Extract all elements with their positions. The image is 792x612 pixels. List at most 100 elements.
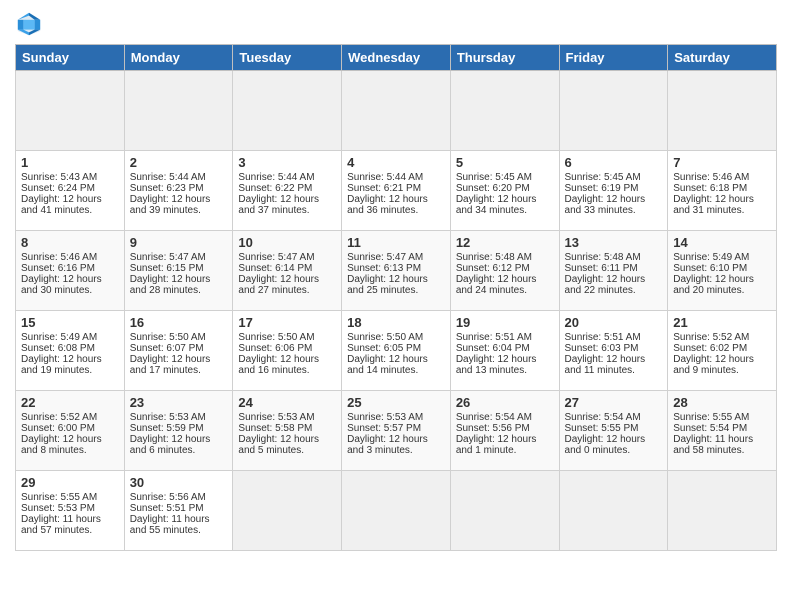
sunrise-text: Sunrise: 5:53 AM [238, 412, 314, 423]
logo-icon [15, 10, 43, 38]
calendar-cell [342, 471, 451, 551]
daylight-text: Daylight: 12 hours and 14 minutes. [347, 354, 428, 376]
sunset-text: Sunset: 6:00 PM [21, 423, 95, 434]
daylight-text: Daylight: 12 hours and 31 minutes. [673, 194, 754, 216]
day-number: 29 [21, 475, 119, 490]
calendar-cell: 18Sunrise: 5:50 AMSunset: 6:05 PMDayligh… [342, 311, 451, 391]
sunrise-text: Sunrise: 5:48 AM [565, 252, 641, 263]
sunset-text: Sunset: 5:55 PM [565, 423, 639, 434]
day-header-thursday: Thursday [450, 45, 559, 71]
day-header-tuesday: Tuesday [233, 45, 342, 71]
sunrise-text: Sunrise: 5:50 AM [130, 332, 206, 343]
day-number: 7 [673, 155, 771, 170]
logo [15, 10, 47, 38]
calendar-cell: 26Sunrise: 5:54 AMSunset: 5:56 PMDayligh… [450, 391, 559, 471]
daylight-text: Daylight: 12 hours and 3 minutes. [347, 434, 428, 456]
daylight-text: Daylight: 11 hours and 55 minutes. [130, 514, 210, 536]
sunset-text: Sunset: 5:57 PM [347, 423, 421, 434]
daylight-text: Daylight: 12 hours and 36 minutes. [347, 194, 428, 216]
sunrise-text: Sunrise: 5:44 AM [238, 172, 314, 183]
sunset-text: Sunset: 6:02 PM [673, 343, 747, 354]
calendar-cell: 11Sunrise: 5:47 AMSunset: 6:13 PMDayligh… [342, 231, 451, 311]
calendar-cell: 8Sunrise: 5:46 AMSunset: 6:16 PMDaylight… [16, 231, 125, 311]
daylight-text: Daylight: 11 hours and 57 minutes. [21, 514, 101, 536]
calendar-week-0 [16, 71, 777, 151]
daylight-text: Daylight: 12 hours and 9 minutes. [673, 354, 754, 376]
calendar-cell: 15Sunrise: 5:49 AMSunset: 6:08 PMDayligh… [16, 311, 125, 391]
daylight-text: Daylight: 12 hours and 25 minutes. [347, 274, 428, 296]
daylight-text: Daylight: 12 hours and 41 minutes. [21, 194, 102, 216]
sunrise-text: Sunrise: 5:53 AM [130, 412, 206, 423]
daylight-text: Daylight: 12 hours and 28 minutes. [130, 274, 211, 296]
calendar-cell [559, 471, 668, 551]
sunrise-text: Sunrise: 5:51 AM [456, 332, 532, 343]
day-number: 19 [456, 315, 554, 330]
calendar-week-4: 22Sunrise: 5:52 AMSunset: 6:00 PMDayligh… [16, 391, 777, 471]
sunset-text: Sunset: 6:21 PM [347, 183, 421, 194]
day-number: 21 [673, 315, 771, 330]
sunset-text: Sunset: 5:58 PM [238, 423, 312, 434]
day-number: 2 [130, 155, 228, 170]
sunset-text: Sunset: 6:18 PM [673, 183, 747, 194]
day-number: 10 [238, 235, 336, 250]
calendar-week-1: 1Sunrise: 5:43 AMSunset: 6:24 PMDaylight… [16, 151, 777, 231]
sunrise-text: Sunrise: 5:55 AM [673, 412, 749, 423]
sunset-text: Sunset: 5:53 PM [21, 503, 95, 514]
calendar-cell: 4 Sunrise: 5:44 AMSunset: 6:21 PMDaylight… [342, 151, 451, 231]
sunset-text: Sunset: 6:15 PM [130, 263, 204, 274]
calendar-cell [16, 71, 125, 151]
sunrise-text: Sunrise: 5:52 AM [21, 412, 97, 423]
sunrise-text: Sunrise: 5:43 AM [21, 172, 97, 183]
day-number: 18 [347, 315, 445, 330]
daylight-text: Daylight: 12 hours and 33 minutes. [565, 194, 646, 216]
calendar-cell: 12Sunrise: 5:48 AMSunset: 6:12 PMDayligh… [450, 231, 559, 311]
sunrise-text: Sunrise: 5:44 AM [347, 172, 423, 183]
day-number: 9 [130, 235, 228, 250]
calendar-cell: 7 Sunrise: 5:46 AMSunset: 6:18 PMDaylight… [668, 151, 777, 231]
sunset-text: Sunset: 6:07 PM [130, 343, 204, 354]
sunrise-text: Sunrise: 5:47 AM [238, 252, 314, 263]
day-number: 8 [21, 235, 119, 250]
day-number: 4 [347, 155, 445, 170]
calendar-cell: 13Sunrise: 5:48 AMSunset: 6:11 PMDayligh… [559, 231, 668, 311]
calendar-cell: 21Sunrise: 5:52 AMSunset: 6:02 PMDayligh… [668, 311, 777, 391]
calendar-cell: 16Sunrise: 5:50 AMSunset: 6:07 PMDayligh… [124, 311, 233, 391]
calendar-cell [450, 71, 559, 151]
day-number: 25 [347, 395, 445, 410]
sunrise-text: Sunrise: 5:47 AM [347, 252, 423, 263]
calendar-cell: 17Sunrise: 5:50 AMSunset: 6:06 PMDayligh… [233, 311, 342, 391]
calendar-cell: 27Sunrise: 5:54 AMSunset: 5:55 PMDayligh… [559, 391, 668, 471]
sunrise-text: Sunrise: 5:54 AM [456, 412, 532, 423]
calendar-body: 1Sunrise: 5:43 AMSunset: 6:24 PMDaylight… [16, 71, 777, 551]
calendar-week-2: 8Sunrise: 5:46 AMSunset: 6:16 PMDaylight… [16, 231, 777, 311]
sunrise-text: Sunrise: 5:54 AM [565, 412, 641, 423]
sunrise-text: Sunrise: 5:51 AM [565, 332, 641, 343]
day-number: 27 [565, 395, 663, 410]
sunrise-text: Sunrise: 5:46 AM [673, 172, 749, 183]
calendar-week-3: 15Sunrise: 5:49 AMSunset: 6:08 PMDayligh… [16, 311, 777, 391]
day-number: 13 [565, 235, 663, 250]
day-number: 6 [565, 155, 663, 170]
calendar-cell [559, 71, 668, 151]
day-number: 17 [238, 315, 336, 330]
sunrise-text: Sunrise: 5:48 AM [456, 252, 532, 263]
daylight-text: Daylight: 12 hours and 1 minute. [456, 434, 537, 456]
header-row: SundayMondayTuesdayWednesdayThursdayFrid… [16, 45, 777, 71]
daylight-text: Daylight: 12 hours and 19 minutes. [21, 354, 102, 376]
calendar-header: SundayMondayTuesdayWednesdayThursdayFrid… [16, 45, 777, 71]
sunset-text: Sunset: 6:22 PM [238, 183, 312, 194]
day-header-friday: Friday [559, 45, 668, 71]
calendar-cell: 3Sunrise: 5:44 AMSunset: 6:22 PMDaylight… [233, 151, 342, 231]
sunset-text: Sunset: 6:05 PM [347, 343, 421, 354]
page-container: SundayMondayTuesdayWednesdayThursdayFrid… [0, 0, 792, 561]
day-number: 28 [673, 395, 771, 410]
sunset-text: Sunset: 6:04 PM [456, 343, 530, 354]
sunrise-text: Sunrise: 5:49 AM [673, 252, 749, 263]
sunset-text: Sunset: 6:12 PM [456, 263, 530, 274]
sunset-text: Sunset: 6:19 PM [565, 183, 639, 194]
sunrise-text: Sunrise: 5:47 AM [130, 252, 206, 263]
calendar-cell: 19Sunrise: 5:51 AMSunset: 6:04 PMDayligh… [450, 311, 559, 391]
calendar-cell: 22Sunrise: 5:52 AMSunset: 6:00 PMDayligh… [16, 391, 125, 471]
calendar-cell: 1Sunrise: 5:43 AMSunset: 6:24 PMDaylight… [16, 151, 125, 231]
day-number: 16 [130, 315, 228, 330]
